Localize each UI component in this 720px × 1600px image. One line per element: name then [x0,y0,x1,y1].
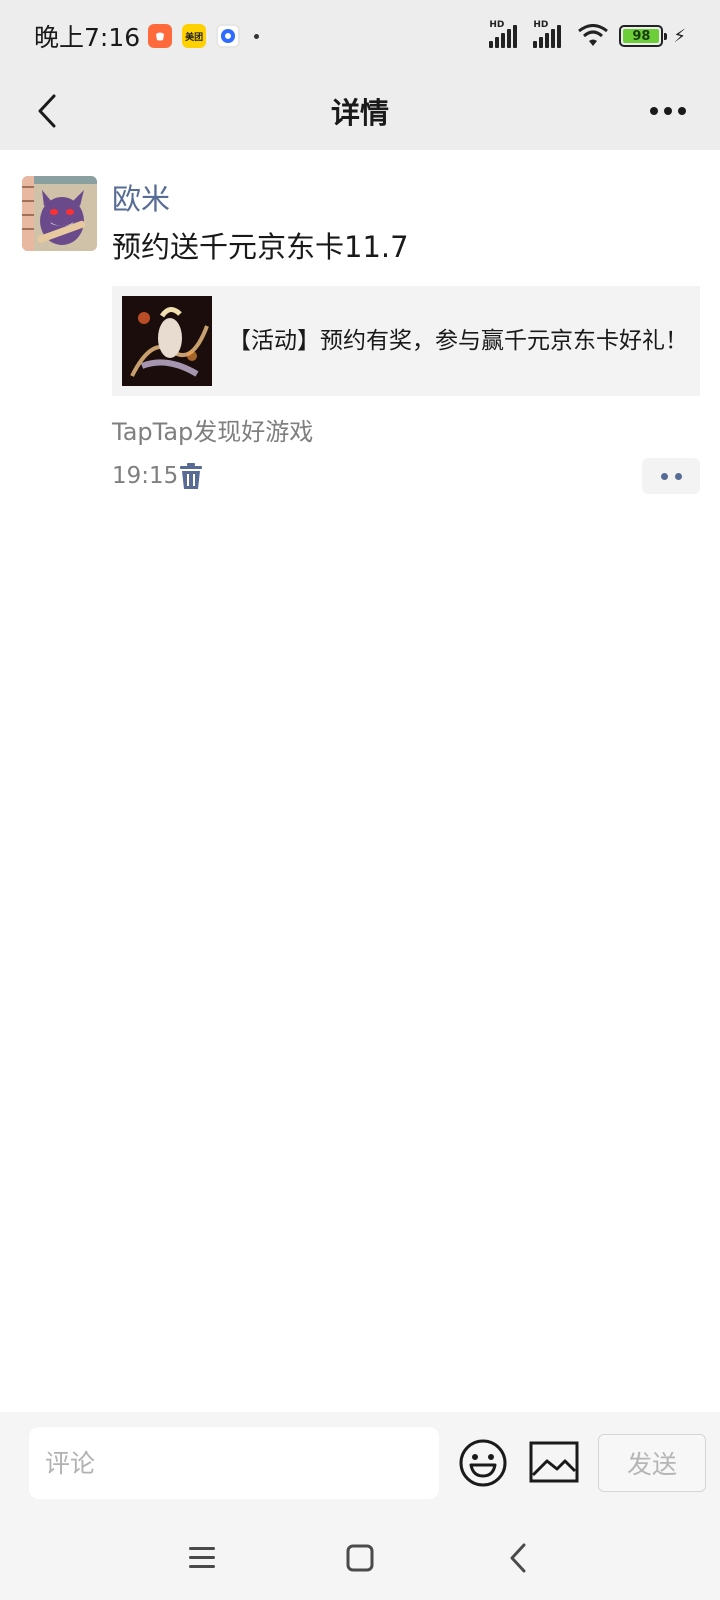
system-back-button[interactable] [496,1536,540,1580]
battery-level: 98 [623,29,660,44]
trash-icon[interactable] [178,462,204,490]
battery-icon: 98 [619,25,668,47]
charging-icon: ⚡ [673,25,686,47]
more-dot [664,107,672,115]
cellular-signal-2-icon: HD [533,20,567,48]
home-square-icon [346,1544,374,1572]
link-thumbnail [122,296,212,386]
link-title: 【活动】预约有奖，参与赢千元京东卡好礼！ [228,327,688,354]
home-button[interactable] [338,1536,382,1580]
link-card[interactable]: 【活动】预约有奖，参与赢千元京东卡好礼！ [112,286,700,396]
send-button[interactable]: 发送 [598,1434,706,1492]
system-nav-bar [0,1516,720,1600]
back-button[interactable] [22,86,72,136]
menu-button[interactable] [180,1536,224,1580]
comment-bar: 发送 [0,1412,720,1516]
author-name[interactable]: 欧米 [112,176,170,218]
notification-dot [254,33,260,39]
circle-app-icon [216,24,241,48]
meituan-icon: 美团 [182,24,207,48]
action-dot [660,472,668,480]
more-dot [678,107,686,115]
page-title: 详情 [330,96,389,130]
back-arrow-icon [510,1543,526,1573]
status-right-icons: HD HD 98 ⚡ [489,20,686,48]
image-icon[interactable] [529,1441,579,1483]
avatar-image [22,176,97,251]
status-bar: 晚上7:16 美团 HD HD 98 ⚡ [0,0,720,72]
more-options-button[interactable] [640,86,696,136]
source-label[interactable]: TapTap发现好游戏 [112,412,313,447]
nav-bar: 详情 [0,72,720,150]
cellular-signal-1-icon: HD [489,20,523,48]
menu-icon [189,1547,215,1568]
comment-input[interactable] [29,1427,439,1499]
avatar[interactable] [22,176,97,251]
emoji-icon[interactable] [458,1438,508,1488]
status-app-icons: 美团 [148,24,241,48]
post-text: 预约送千元京东卡11.7 [112,230,409,264]
status-time: 晚上7:16 [34,23,141,52]
more-dot [650,107,658,115]
taobao-icon [148,24,173,48]
post-actions-button[interactable] [642,458,700,494]
chevron-left-icon [38,94,56,128]
wifi-icon [578,24,609,46]
post-time: 19:15 [112,463,179,489]
action-dot [674,472,682,480]
